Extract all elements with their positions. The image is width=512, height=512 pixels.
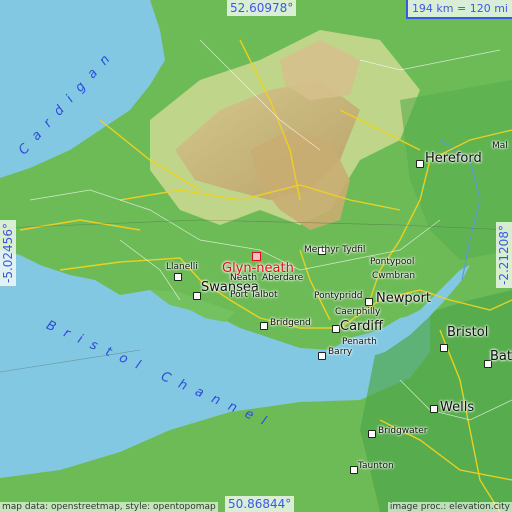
- place-label-merthyr-tydfil: Merthyr Tydfil: [304, 245, 366, 255]
- coord-east: -2.21208°: [496, 222, 512, 288]
- place-marker-cardiff[interactable]: [332, 325, 340, 333]
- place-marker-swansea[interactable]: [193, 292, 201, 300]
- place-label-taunton: Taunton: [358, 461, 394, 471]
- coord-north: 52.60978°: [227, 0, 297, 16]
- place-label-newport: Newport: [376, 291, 432, 306]
- attribution-left[interactable]: map data: openstreetmap, style: opentopo…: [0, 502, 218, 512]
- place-label-llanelli: Llanelli: [166, 262, 198, 272]
- attribution-right[interactable]: image proc.: elevation.city: [387, 502, 512, 512]
- place-label-bridgwater: Bridgwater: [378, 426, 428, 436]
- place-marker-bridgend[interactable]: [260, 322, 268, 330]
- coord-south: 50.86844°: [225, 496, 295, 512]
- place-label-wells: Wells: [440, 400, 475, 415]
- coord-west: -5.02456°: [0, 220, 16, 286]
- place-label-caerphilly: Caerphilly: [335, 307, 381, 317]
- place-marker-taunton[interactable]: [350, 466, 358, 474]
- place-marker-wells[interactable]: [430, 405, 438, 413]
- place-marker-bristol[interactable]: [440, 344, 448, 352]
- place-label-bristol: Bristol: [447, 325, 489, 340]
- place-marker-bridgwater[interactable]: [368, 430, 376, 438]
- place-label-cwmbran: Cwmbran: [372, 271, 416, 281]
- place-label-bath: Bath: [490, 349, 512, 364]
- place-label-mal: Mal: [492, 141, 508, 151]
- place-label-barry: Barry: [328, 347, 353, 357]
- place-label-bridgend: Bridgend: [270, 318, 311, 328]
- scale-bar: 194 km = 120 mi: [405, 0, 512, 19]
- map-canvas[interactable]: Cardigan Bristol Channel Hereford Llanel…: [0, 0, 512, 512]
- place-marker-hereford[interactable]: [416, 160, 424, 168]
- place-marker-barry[interactable]: [318, 352, 326, 360]
- place-label-cardiff: Cardiff: [340, 319, 383, 334]
- place-marker-llanelli[interactable]: [174, 273, 182, 281]
- place-label-pontypridd: Pontypridd: [314, 291, 363, 301]
- highlighted-place-marker[interactable]: [252, 252, 261, 261]
- place-label-penarth: Penarth: [342, 337, 377, 347]
- highlighted-place-label: Glyn-neath: [222, 261, 294, 276]
- place-marker-newport[interactable]: [365, 298, 373, 306]
- place-label-port-talbot: Port Talbot: [230, 290, 278, 300]
- place-label-hereford: Hereford: [425, 151, 482, 166]
- place-label-pontypool: Pontypool: [370, 257, 415, 267]
